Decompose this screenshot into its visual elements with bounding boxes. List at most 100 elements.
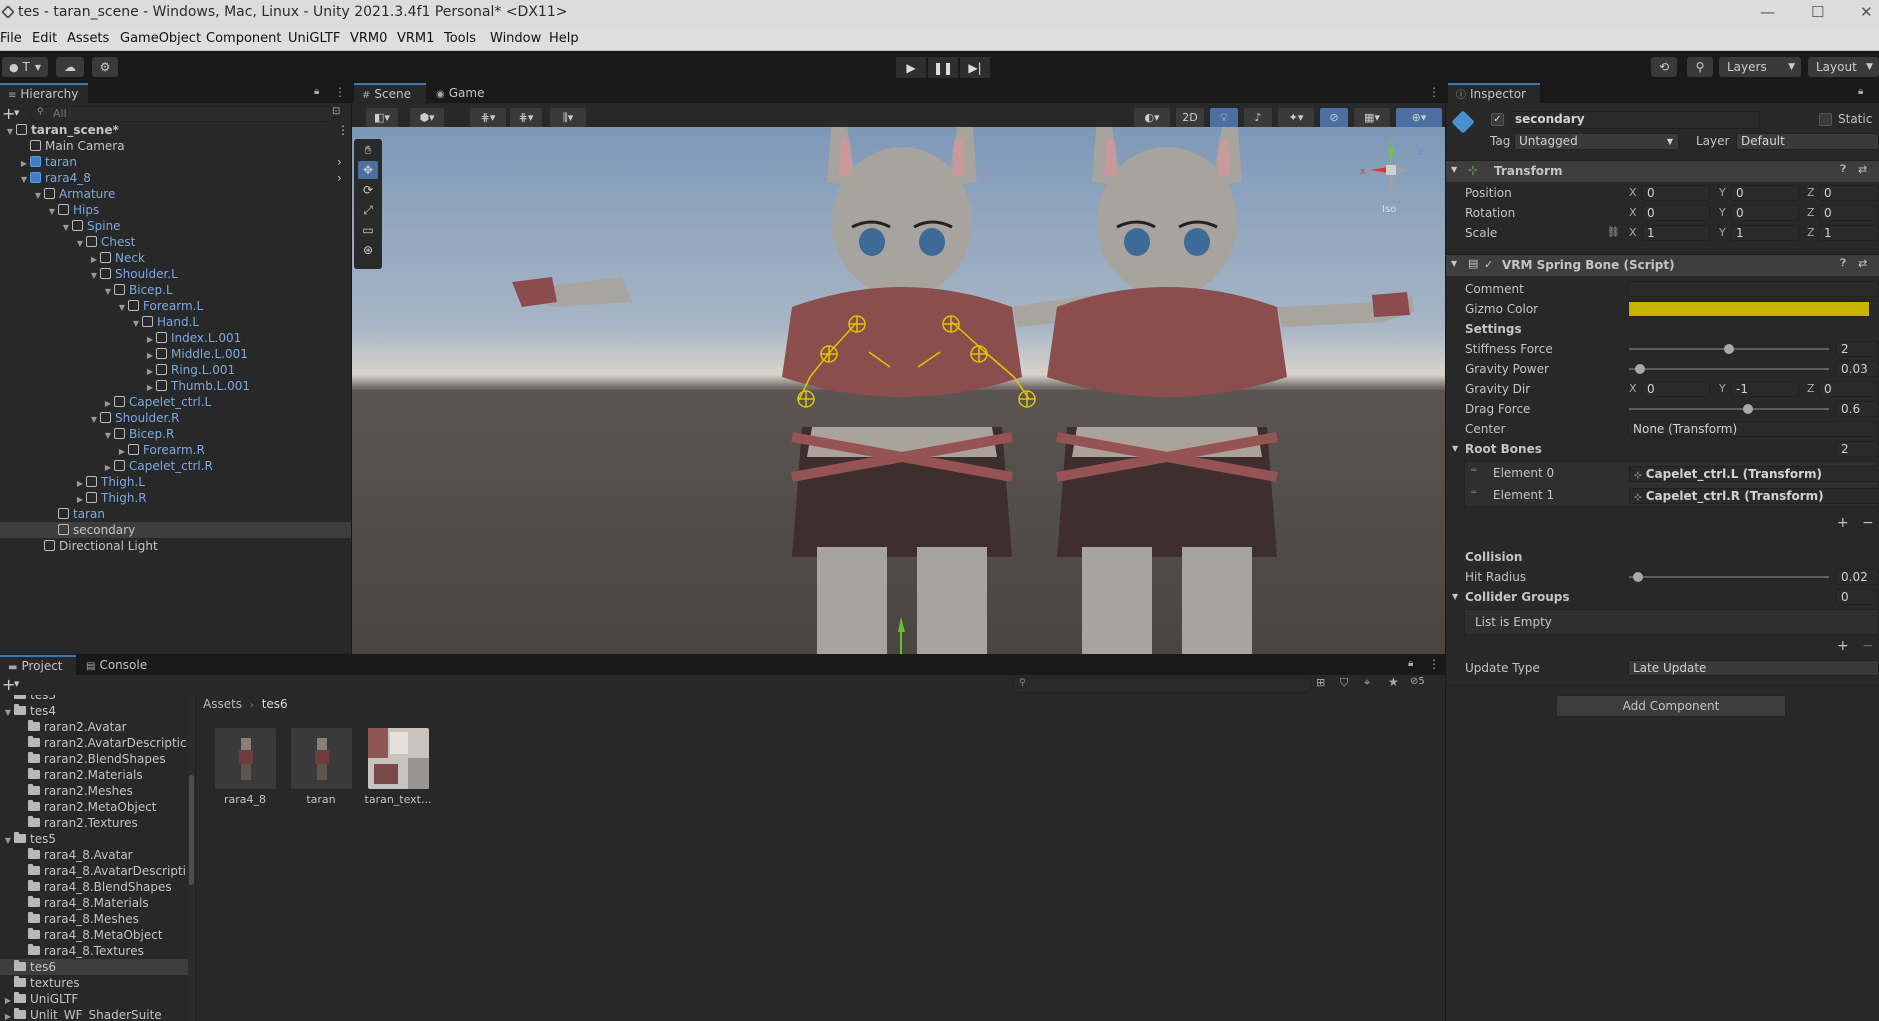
tab-inspector[interactable]: ⓘ Inspector [1448,83,1540,103]
hit-radius-field[interactable]: 0.02 [1836,569,1879,585]
breadcrumb-assets[interactable]: Assets [203,697,242,711]
orientation-gizmo[interactable]: y x z Iso [1360,136,1423,215]
hierarchy-row[interactable]: ▼ Bicep.L [0,282,351,298]
scene-visibility-icon[interactable]: ⊡ [332,106,340,117]
settings-icon[interactable]: ⇄ [1858,257,1867,270]
chevron-right-icon[interactable]: ▶ [2,1009,14,1021]
position-y-field[interactable]: 0 [1731,185,1799,201]
scale-y-field[interactable]: 1 [1731,225,1799,241]
tab-scene[interactable]: # Scene [354,83,426,103]
hierarchy-row[interactable]: ▶ Neck [0,250,351,266]
project-tree-item[interactable]: rara4_8.Avatar [0,847,190,863]
spring-bone-header[interactable]: ▼ ▤ ✓ VRM Spring Bone (Script) ❓︎ ⇄ [1446,254,1879,276]
project-tree-item[interactable]: rara4_8.BlendShapes [0,879,190,895]
move-handle-y[interactable] [898,617,905,632]
hidden-objects-toggle[interactable]: ⊘ [1320,108,1348,128]
update-type-dropdown[interactable]: Late Update [1628,660,1879,676]
project-tree-item[interactable]: raran2.BlendShapes [0,751,190,767]
drag-slider-track[interactable] [1629,408,1829,410]
hierarchy-row[interactable]: ▶ Thigh.L [0,474,351,490]
project-tree-item[interactable]: rara4_8.Meshes [0,911,190,927]
hierarchy-row[interactable]: ▼ Hand.L [0,314,351,330]
character-right[interactable] [1047,127,1414,654]
lock-icon[interactable]: 🔒︎ [1408,658,1413,669]
add-collider-group-icon[interactable]: + [1837,638,1849,654]
enabled-checkbox[interactable]: ✓ [1484,258,1493,271]
hierarchy-row[interactable]: ▼ Shoulder.L [0,266,351,282]
transform-header[interactable]: ▼ ⊹ Transform ❓︎ ⇄ [1446,160,1879,182]
project-tree-item[interactable]: raran2.Avatar [0,719,190,735]
kebab-menu-icon[interactable]: ⋮ [1428,85,1440,99]
help-icon[interactable]: ❓︎ [1840,258,1846,269]
gravity-dir-z-field[interactable]: 0 [1819,381,1879,397]
hierarchy-row[interactable]: taran [0,506,351,522]
chevron-right-icon[interactable]: › [337,154,342,170]
settings-icon[interactable]: ⇄ [1858,163,1867,176]
kebab-menu-icon[interactable]: ⋮ [1428,657,1440,671]
position-x-field[interactable]: 0 [1642,185,1710,201]
scale-x-field[interactable]: 1 [1642,225,1710,241]
toggle-2d-button[interactable]: 2D [1176,108,1204,128]
collab-button[interactable]: ⚙ [92,57,118,77]
hierarchy-row[interactable]: ▶ Capelet_ctrl.L [0,394,351,410]
collider-groups-row[interactable]: ▼ Collider Groups 0 [1446,588,1879,606]
chevron-down-icon[interactable]: ▼ [14,680,19,688]
gravity-power-slider-knob[interactable] [1634,364,1645,374]
draw-mode-button[interactable]: ◧▾ [366,108,398,128]
shading-button[interactable]: ⬢▾ [410,108,444,128]
grid-snap-button[interactable]: ⋕▾ [470,108,506,128]
project-tree-item[interactable]: ▼ tes5 [0,831,190,847]
help-icon[interactable]: ❓︎ [1840,164,1846,175]
root-bones-size-field[interactable]: 2 [1836,441,1879,457]
drag-handle-icon[interactable]: ═ [1471,488,1476,498]
project-tree-item[interactable]: tes3 [0,695,190,703]
chevron-down-icon[interactable]: ▼ [14,109,19,117]
scene-viewport[interactable]: y x z Iso ✋︎ ✥ ⟳ ⤢ ▭ ⊛ [352,127,1445,654]
hierarchy-row[interactable]: ▼ rara4_8 › [0,170,351,186]
lock-icon[interactable]: 🔒︎ [1858,86,1863,97]
gravity-power-field[interactable]: 0.03 [1836,361,1879,377]
rect-tool-icon[interactable]: ▭ [358,221,378,239]
account-dropdown[interactable]: ● T ▼ [2,57,48,77]
element-object-field[interactable]: ⊹ Capelet_ctrl.R (Transform) [1629,488,1879,504]
hierarchy-row[interactable]: Directional Light [0,538,351,554]
menu-unigltf[interactable]: UniGLTF [288,31,340,46]
hierarchy-row[interactable]: secondary [0,522,351,538]
add-element-icon[interactable]: + [1837,515,1849,531]
project-tree-item[interactable]: raran2.Textures [0,815,190,831]
menu-file[interactable]: File [0,31,22,46]
menu-gameobject[interactable]: GameObject [120,31,201,46]
tag-icon[interactable]: ⌖ [1364,676,1370,690]
stiffness-field[interactable]: 2 [1836,341,1879,357]
project-tree-item[interactable]: rara4_8.MetaObject [0,927,190,943]
hierarchy-row[interactable]: ▶ Thigh.R [0,490,351,506]
move-tool-icon[interactable]: ✥ [358,161,378,179]
drag-slider-knob[interactable] [1743,404,1753,414]
object-name-input[interactable]: secondary [1510,111,1760,129]
stiffness-slider-knob[interactable] [1724,344,1734,354]
history-button[interactable]: ⟲ [1651,57,1677,77]
hierarchy-row[interactable]: ▼ Chest [0,234,351,250]
menu-help[interactable]: Help [549,31,579,46]
hierarchy-row[interactable]: ▼ Armature [0,186,351,202]
project-tree-item[interactable]: ▼ tes4 [0,703,190,719]
hierarchy-row[interactable]: ▼ Shoulder.R [0,410,351,426]
hand-tool-icon[interactable]: ✋︎ [358,141,378,159]
project-tree-item[interactable]: rara4_8.Materials [0,895,190,911]
project-tree-item[interactable]: raran2.Materials [0,767,190,783]
layout-dropdown[interactable]: Layout ▼ [1808,57,1879,77]
link-icon[interactable]: ⛓︎ [1607,224,1620,242]
comment-input[interactable] [1628,281,1879,297]
drag-handle-icon[interactable]: ═ [1471,466,1476,476]
pause-button[interactable]: ❚❚ [928,57,958,78]
static-checkbox[interactable] [1819,113,1832,126]
element-row[interactable]: ═ Element 0 ⊹ Capelet_ctrl.L (Transform) [1465,464,1879,484]
transform-tool-icon[interactable]: ⊛ [358,241,378,259]
project-tree-item[interactable]: tes6 [0,959,190,975]
hierarchy-row[interactable]: ▼ Forearm.L [0,298,351,314]
layer-dropdown[interactable]: Default [1736,133,1879,150]
project-tree-item[interactable]: rara4_8.Textures [0,943,190,959]
kebab-menu-icon[interactable]: ⋮ [334,85,346,99]
tab-hierarchy[interactable]: ≡ Hierarchy [0,83,88,103]
rulers-button[interactable]: ⫼▾ [550,108,586,128]
